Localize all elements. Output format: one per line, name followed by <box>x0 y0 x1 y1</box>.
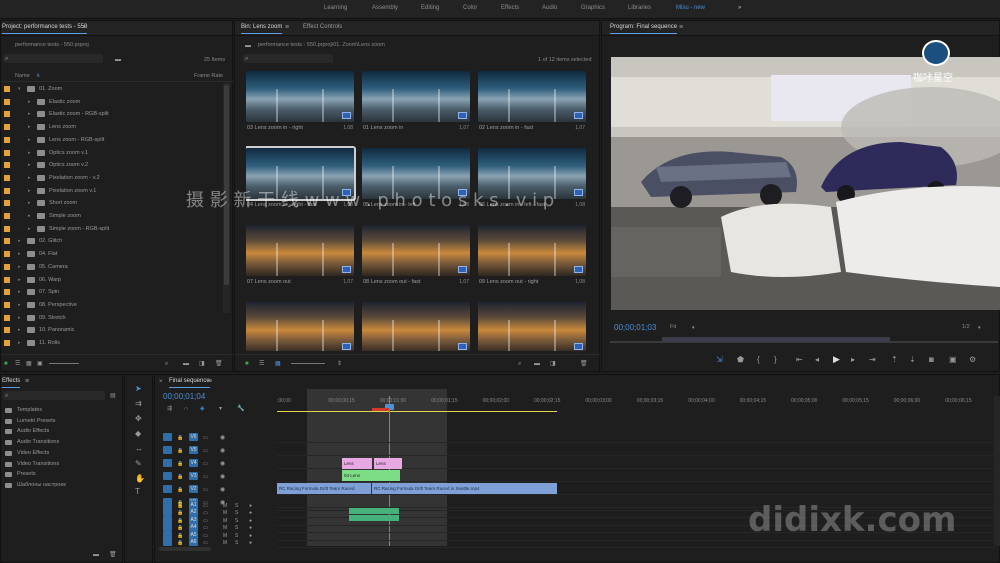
sync-lock-icon[interactable]: ▭ <box>203 539 208 547</box>
mute-button[interactable]: M <box>223 539 227 547</box>
source-patch-button[interactable] <box>163 459 172 467</box>
clip-v1-rc-racing-b[interactable]: RC Racing Formula Drift Team Raced in Se… <box>372 483 557 494</box>
voiceover-record-icon[interactable]: ● <box>249 539 252 547</box>
track-target-button[interactable]: V2 <box>189 485 198 493</box>
lock-icon[interactable]: 🔒 <box>177 539 183 547</box>
track-header: 🔒 V6 ▭ ◉ <box>160 431 277 443</box>
source-patch-button[interactable] <box>163 472 172 480</box>
eye-icon[interactable]: ◉ <box>220 447 225 455</box>
timeline-zoom-scrollbar[interactable] <box>159 547 211 551</box>
audio-clip-a2[interactable] <box>349 515 399 521</box>
eye-icon[interactable]: ◉ <box>220 460 225 468</box>
track-lane-divider <box>277 455 994 456</box>
clip-lens-a[interactable]: Lens <box>342 458 372 469</box>
lock-icon[interactable]: 🔒 <box>177 460 183 468</box>
sync-lock-icon[interactable]: ▭ <box>203 460 208 468</box>
sync-lock-icon[interactable]: ▭ <box>203 473 208 481</box>
sync-lock-icon[interactable]: ▭ <box>203 447 208 455</box>
source-patch-button[interactable] <box>163 433 172 441</box>
clip-lens-b[interactable]: Lens <box>374 458 402 469</box>
eye-icon[interactable]: ◉ <box>220 473 225 481</box>
watermark-center: 摄 影 新 干 线 w w w . p h o t o s k s . v i … <box>186 190 555 211</box>
track-header: 🔒 V3 ▭ ◉ <box>160 470 277 482</box>
timeline-vertical-scrollbar[interactable] <box>994 396 1000 546</box>
sync-lock-icon[interactable]: ▭ <box>203 434 208 442</box>
lock-icon[interactable]: 🔒 <box>177 434 183 442</box>
watermark-corner: didixk.com <box>748 500 957 540</box>
track-header: 🔒 V4 ▭ ◉ <box>160 457 277 469</box>
lock-icon[interactable]: 🔒 <box>177 486 183 494</box>
track-lane-divider <box>277 547 994 548</box>
track-target-button[interactable]: V6 <box>189 433 198 441</box>
track-header: 🔒 V5 ▭ ◉ <box>160 444 277 456</box>
track-target-button[interactable]: A6 <box>189 538 198 546</box>
eye-icon[interactable]: ◉ <box>220 434 225 442</box>
track-header: 🔒 V2 ▭ ◉ <box>160 483 277 495</box>
solo-button[interactable]: S <box>235 539 238 547</box>
lock-icon[interactable]: 🔒 <box>177 447 183 455</box>
timeline-tracks: 🔒V6▭◉🔒V5▭◉🔒V4▭◉🔒V3▭◉🔒V2▭◉🔒V1▭◉🔒A1▭MS●🔒A2… <box>0 0 1000 563</box>
track-target-button[interactable]: V5 <box>189 446 198 454</box>
source-patch-button[interactable] <box>163 538 172 546</box>
watermark-logo-text: 咖咔星空 <box>913 73 953 84</box>
source-patch-button[interactable] <box>163 485 172 493</box>
audio-clip-a1[interactable] <box>349 508 399 514</box>
track-target-button[interactable]: V4 <box>189 459 198 467</box>
lock-icon[interactable]: 🔒 <box>177 473 183 481</box>
track-target-button[interactable]: V3 <box>189 472 198 480</box>
track-lane-divider <box>277 442 994 443</box>
clip-04-lens[interactable]: 04 Lens <box>342 470 400 481</box>
source-patch-button[interactable] <box>163 446 172 454</box>
sync-lock-icon[interactable]: ▭ <box>203 486 208 494</box>
eye-icon[interactable]: ◉ <box>220 486 225 494</box>
track-lane-divider <box>277 481 994 482</box>
watermark-logo-icon <box>922 40 950 66</box>
clip-v1-rc-racing-a[interactable]: RC Racing Formula Drift Team Raced <box>277 483 371 494</box>
track-lane-divider <box>277 494 994 495</box>
